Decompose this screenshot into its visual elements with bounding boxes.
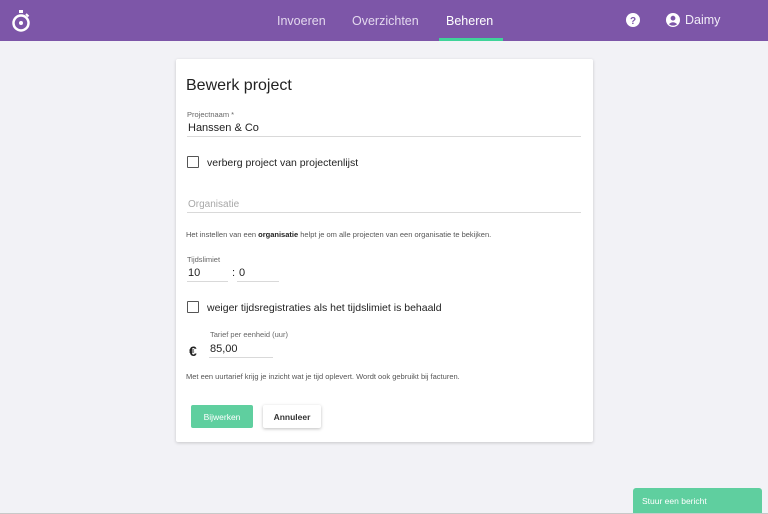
time-limit-hours-underline [187,281,228,282]
time-separator: : [232,267,236,279]
page-title: Bewerk project [186,77,292,94]
hide-project-label[interactable]: verberg project van projectenlijst [207,157,358,169]
user-name[interactable]: Daimy [685,13,720,27]
project-name-label: Projectnaam * [187,110,235,119]
organisation-hint: Het instellen van een organisatie helpt … [186,230,492,239]
refuse-registrations-checkbox[interactable] [187,301,199,313]
time-limit-hours-input[interactable]: 10 [188,267,200,279]
organisation-input[interactable]: Organisatie [188,199,239,210]
nav-item-overzichten[interactable]: Overzichten [352,14,419,28]
time-limit-label: Tijdslimiet [187,255,221,264]
project-name-input[interactable]: Hanssen & Co [188,122,259,134]
project-name-underline [187,136,581,137]
help-icon[interactable]: ? [626,13,640,27]
euro-icon: € [189,343,197,359]
top-navigation-bar: Invoeren Overzichten Beheren ? Daimy [0,0,768,41]
organisation-underline [187,212,581,213]
time-limit-minutes-underline [237,281,279,282]
user-avatar-icon[interactable] [666,13,680,27]
nav-item-invoeren[interactable]: Invoeren [277,14,326,28]
nav-item-beheren[interactable]: Beheren [446,14,493,28]
time-limit-minutes-input[interactable]: 0 [239,267,245,279]
update-button[interactable]: Bijwerken [191,405,253,428]
hide-project-checkbox[interactable] [187,156,199,168]
cancel-button[interactable]: Annuleer [263,405,321,428]
rate-input[interactable]: 85,00 [210,343,238,355]
send-message-button[interactable]: Stuur een bericht [633,488,762,514]
active-tab-indicator [439,38,503,41]
refuse-registrations-label[interactable]: weiger tijdsregistraties als het tijdsli… [207,302,442,314]
stopwatch-logo-icon[interactable] [11,10,31,32]
rate-label: Tarief per eenheid (uur) [210,330,288,339]
svg-text:?: ? [630,16,636,27]
rate-hint: Met een uurtarief krijg je inzicht wat j… [186,372,460,381]
rate-underline [209,357,273,358]
edit-project-card: Bewerk project Projectnaam * Hanssen & C… [176,59,593,442]
